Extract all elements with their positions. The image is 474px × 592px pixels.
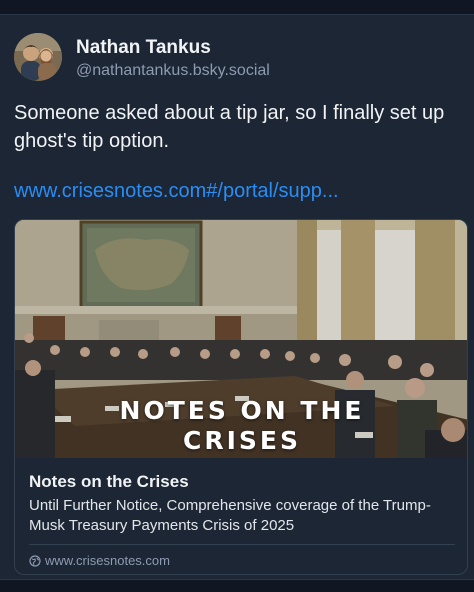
link-preview-domain-text: www.crisesnotes.com [45,553,170,568]
link-preview-domain: www.crisesnotes.com [29,553,170,568]
globe-icon [29,554,41,567]
link-preview-card[interactable]: NOTES ON THE CRISES Notes on the Crises … [14,219,468,575]
divider [29,544,455,545]
post-text: Someone asked about a tip jar, so I fina… [14,102,445,152]
avatar[interactable] [14,33,62,81]
author-handle[interactable]: @nathantankus.bsky.social [76,62,270,80]
link-preview-title: Notes on the Crises [29,472,189,491]
post-link[interactable]: www.crisesnotes.com#/portal/supp... [14,180,339,203]
preview-image-title-line2: CRISES [183,426,301,455]
post-card[interactable]: Nathan Tankus @nathantankus.bsky.social … [0,14,474,580]
preview-image-title-line1: NOTES ON THE [119,396,365,425]
author-name[interactable]: Nathan Tankus [76,37,211,59]
link-preview-description: Until Further Notice, Comprehensive cove… [29,497,431,534]
